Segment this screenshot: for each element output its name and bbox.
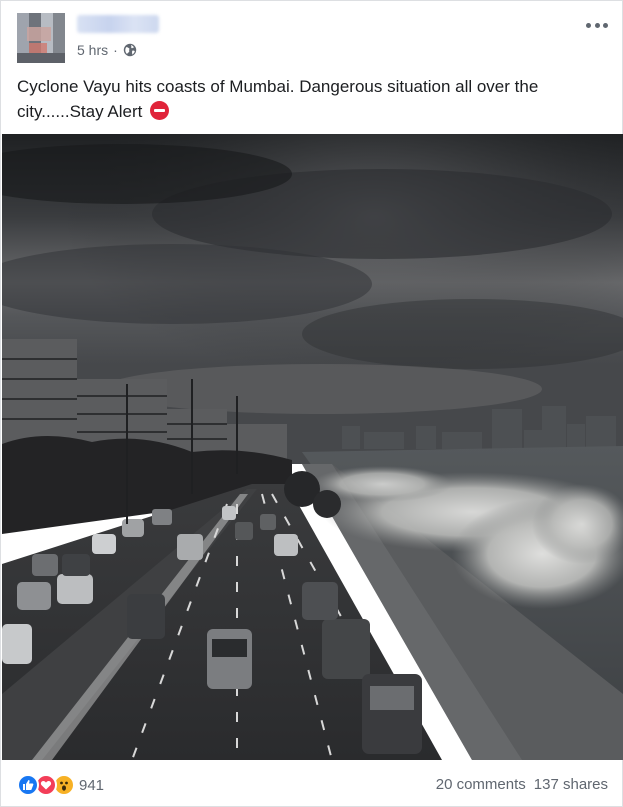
reactions-summary[interactable]: 941 [17, 773, 104, 797]
author-name-blurred[interactable] [77, 15, 159, 33]
post-meta: 5 hrs · [77, 42, 137, 58]
reaction-count[interactable]: 941 [79, 777, 104, 794]
avatar[interactable] [17, 13, 65, 63]
post-footer: 941 20 comments 137 shares [17, 771, 608, 799]
meta-separator: · [113, 42, 118, 58]
engagement-stats: 20 comments 137 shares [436, 776, 608, 793]
post-photo[interactable] [2, 134, 623, 760]
shares-count-link[interactable]: 137 shares [534, 776, 608, 793]
post-timestamp[interactable]: 5 hrs [77, 42, 108, 58]
like-icon [17, 774, 39, 796]
more-options-icon[interactable] [586, 19, 608, 31]
post-text-content: Cyclone Vayu hits coasts of Mumbai. Dang… [17, 77, 539, 121]
public-globe-icon[interactable] [123, 43, 137, 57]
no-entry-emoji-icon [150, 101, 170, 120]
post-header: 5 hrs · [17, 13, 608, 63]
post-text: Cyclone Vayu hits coasts of Mumbai. Dang… [17, 74, 597, 124]
facebook-post: 5 hrs · Cyclone Vayu hits coasts of Mumb… [0, 0, 623, 807]
comments-count-link[interactable]: 20 comments [436, 776, 526, 793]
